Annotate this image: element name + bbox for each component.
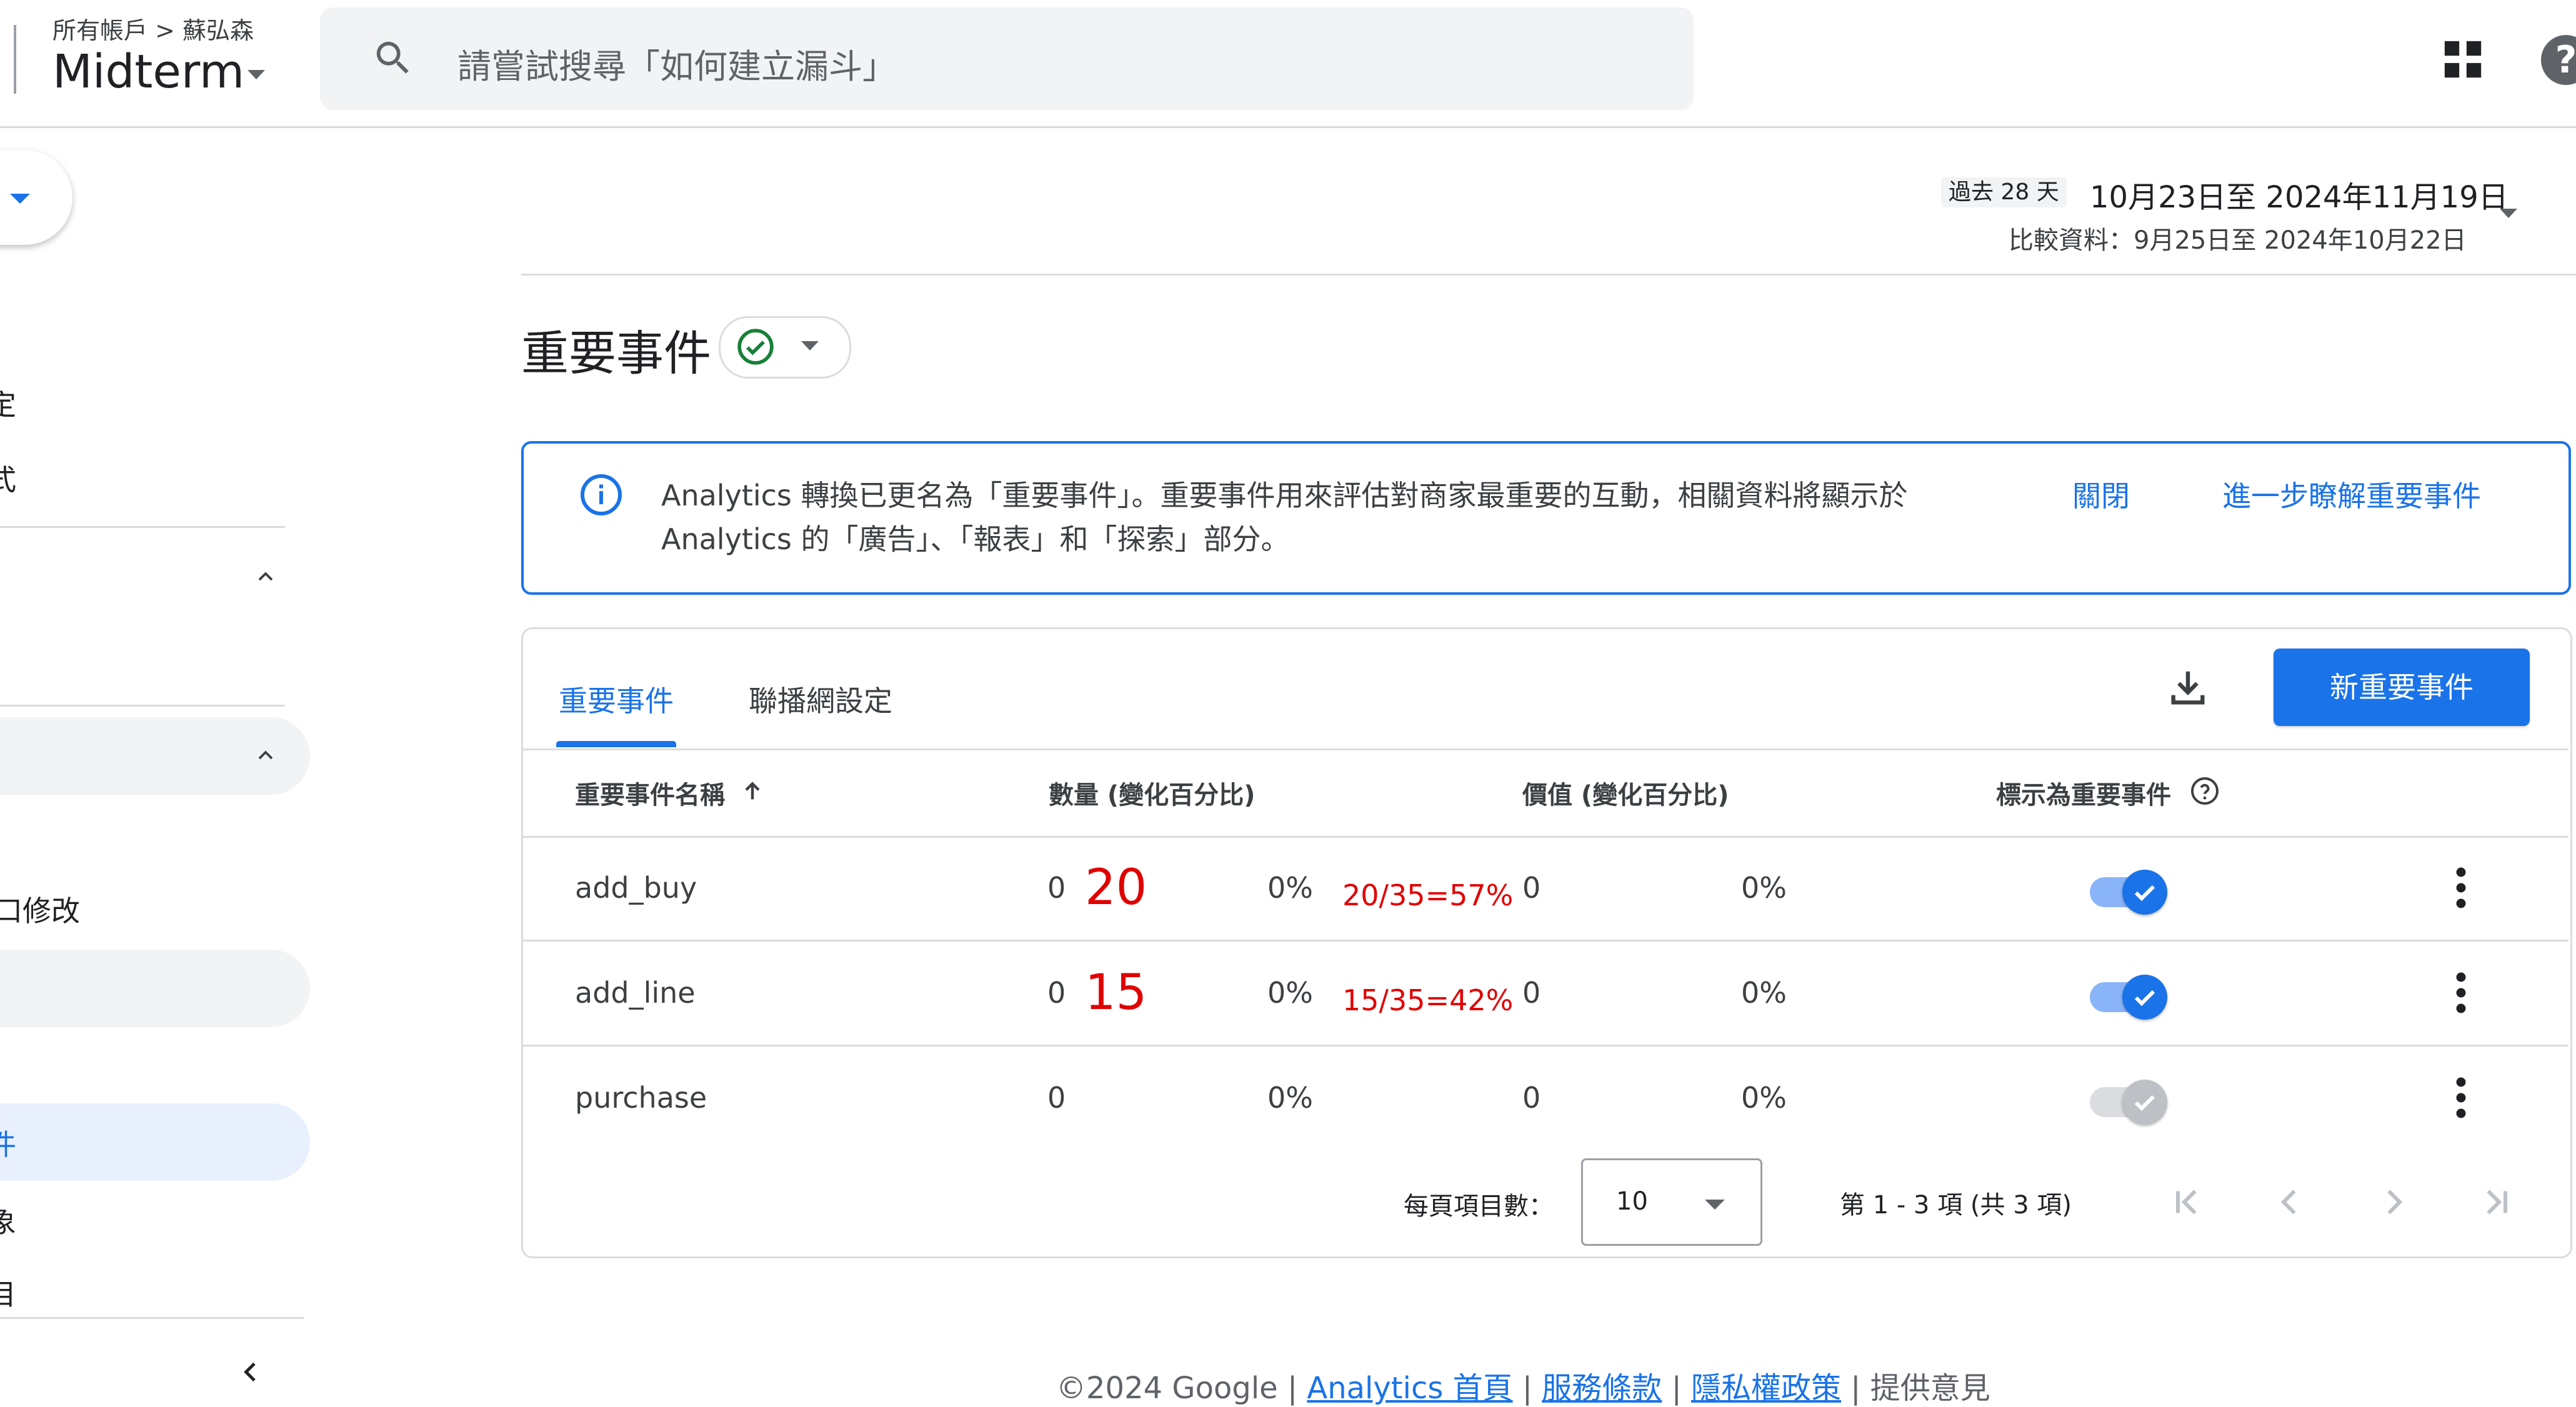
rows-per-page-value[interactable]: 10 bbox=[1616, 1187, 1648, 1216]
apps-grid-icon[interactable] bbox=[2441, 37, 2485, 81]
collapse-sidebar-icon[interactable] bbox=[239, 1360, 264, 1385]
learn-more-link[interactable]: 進一步瞭解重要事件 bbox=[2222, 474, 2481, 515]
first-page-icon[interactable] bbox=[2169, 1183, 2206, 1221]
chevron-up-icon[interactable] bbox=[256, 567, 275, 586]
more-vert-icon[interactable] bbox=[2449, 866, 2474, 910]
divider bbox=[521, 940, 2569, 942]
caret-down-icon[interactable] bbox=[247, 70, 265, 79]
column-header-name[interactable]: 重要事件名稱 bbox=[575, 775, 725, 811]
breadcrumb[interactable]: 所有帳戶 > 蘇弘森 bbox=[52, 11, 254, 46]
sidebar-item[interactable] bbox=[0, 950, 310, 1027]
event-name: add_buy bbox=[575, 871, 697, 905]
last-page-icon[interactable] bbox=[2477, 1183, 2515, 1221]
footer-separator: | bbox=[1512, 1371, 1542, 1406]
rows-per-page-label: 每頁項目數： bbox=[1404, 1192, 1554, 1221]
annotation-ratio: 15/35=42% bbox=[1342, 983, 1514, 1017]
divider bbox=[521, 1045, 2569, 1047]
column-header-mark-key-event: 標示為重要事件 bbox=[1996, 781, 2171, 810]
previous-page-icon[interactable] bbox=[2271, 1183, 2309, 1221]
column-header-count[interactable]: 數量 (變化百分比) bbox=[1049, 775, 1256, 811]
event-value-change: 0% bbox=[1741, 1081, 1787, 1115]
help-icon[interactable] bbox=[2190, 776, 2220, 806]
sidebar-divider bbox=[0, 526, 285, 528]
divider bbox=[14, 25, 16, 94]
check-icon bbox=[2134, 1095, 2155, 1111]
date-compare-text[interactable]: 比較資料：9月25日至 2024年10月22日 bbox=[2009, 220, 2467, 256]
event-count-change: 0% bbox=[1267, 871, 1313, 905]
event-value-change: 0% bbox=[1741, 976, 1787, 1010]
analytics-home-link[interactable]: Analytics 首頁 bbox=[1307, 1371, 1512, 1406]
divider bbox=[521, 836, 2569, 838]
sidebar-item-label[interactable]: 口修改 bbox=[0, 888, 80, 930]
property-selector[interactable]: Midterm bbox=[52, 45, 244, 99]
footer: ©2024 Google | Analytics 首頁 | 服務條款 | 隱私權… bbox=[1056, 1363, 1990, 1407]
page-title: 重要事件 bbox=[521, 326, 711, 381]
sidebar-item-label[interactable]: 件 bbox=[0, 1122, 16, 1163]
tab-key-events[interactable]: 重要事件 bbox=[559, 679, 674, 720]
check-circle-icon[interactable] bbox=[736, 327, 775, 366]
event-count-change: 0% bbox=[1267, 1081, 1313, 1115]
event-count: 0 bbox=[1047, 976, 1066, 1010]
chevron-up-icon[interactable] bbox=[256, 746, 275, 765]
event-value: 0 bbox=[1522, 1081, 1541, 1115]
more-vert-icon[interactable] bbox=[2449, 971, 2474, 1015]
new-key-event-button[interactable]: 新重要事件 bbox=[2274, 649, 2530, 726]
event-count-change: 0% bbox=[1267, 976, 1313, 1010]
divider bbox=[521, 748, 2569, 750]
event-count: 0 bbox=[1047, 1081, 1066, 1115]
more-vert-icon[interactable] bbox=[2449, 1076, 2474, 1120]
date-range-text[interactable]: 10月23日至 2024年11月19日 bbox=[2090, 172, 2509, 216]
tab-network-settings[interactable]: 聯播網設定 bbox=[749, 679, 892, 720]
key-events-card bbox=[521, 627, 2572, 1258]
privacy-link[interactable]: 隱私權政策 bbox=[1691, 1371, 1841, 1406]
annotation-ratio: 20/35=57% bbox=[1342, 878, 1514, 912]
feedback-link[interactable]: 提供意見 bbox=[1870, 1371, 1990, 1406]
caret-down-icon[interactable] bbox=[1705, 1200, 1725, 1210]
event-value: 0 bbox=[1522, 871, 1541, 905]
next-page-icon[interactable] bbox=[2375, 1183, 2412, 1221]
event-count: 0 bbox=[1047, 871, 1066, 905]
download-icon[interactable] bbox=[2166, 666, 2210, 710]
sidebar-item-label[interactable]: 象 bbox=[0, 1200, 16, 1241]
tab-indicator bbox=[556, 741, 676, 747]
caret-down-icon[interactable] bbox=[801, 341, 819, 351]
handwritten-annotation-count: 20 bbox=[1085, 860, 1147, 916]
caret-down-icon[interactable] bbox=[2500, 209, 2517, 218]
info-icon bbox=[581, 474, 622, 515]
handwritten-annotation-count: 15 bbox=[1085, 965, 1147, 1021]
terms-link[interactable]: 服務條款 bbox=[1542, 1371, 1662, 1406]
search-input[interactable]: 請嘗試搜尋「如何建立漏斗」 bbox=[457, 39, 896, 88]
sidebar-item-key-events[interactable] bbox=[0, 1103, 310, 1181]
pagination-range: 第 1 - 3 項 (共 3 項) bbox=[1840, 1191, 2072, 1220]
footer-separator: | bbox=[1662, 1371, 1691, 1406]
check-icon bbox=[2134, 885, 2155, 902]
sidebar-item-label[interactable]: 目 bbox=[0, 1272, 16, 1313]
event-name: purchase bbox=[575, 1081, 707, 1115]
banner-message: Analytics 轉換已更名為「重要事件」。重要事件用來評估對商家最重要的互動… bbox=[661, 479, 1908, 556]
sidebar-item-label[interactable]: 定 bbox=[0, 382, 16, 424]
search-icon[interactable] bbox=[371, 36, 415, 80]
column-header-value[interactable]: 價值 (變化百分比) bbox=[1522, 775, 1729, 811]
copyright-text: ©2024 Google | bbox=[1056, 1371, 1307, 1406]
event-name: add_line bbox=[575, 976, 696, 1010]
caret-down-icon[interactable] bbox=[10, 194, 30, 204]
sidebar-item-label[interactable]: 式 bbox=[0, 457, 16, 499]
divider bbox=[521, 274, 2576, 276]
event-value-change: 0% bbox=[1741, 871, 1787, 905]
date-range-preset[interactable]: 過去 28 天 bbox=[1941, 177, 2067, 207]
arrow-up-icon[interactable] bbox=[740, 778, 765, 803]
banner-close-button[interactable]: 關閉 bbox=[2072, 474, 2130, 515]
sidebar-divider bbox=[0, 705, 285, 707]
check-icon bbox=[2134, 990, 2155, 1007]
event-value: 0 bbox=[1522, 976, 1541, 1010]
rows-per-page-select[interactable] bbox=[1581, 1158, 1762, 1246]
sidebar-divider bbox=[0, 1317, 304, 1319]
footer-separator: | bbox=[1841, 1371, 1870, 1406]
